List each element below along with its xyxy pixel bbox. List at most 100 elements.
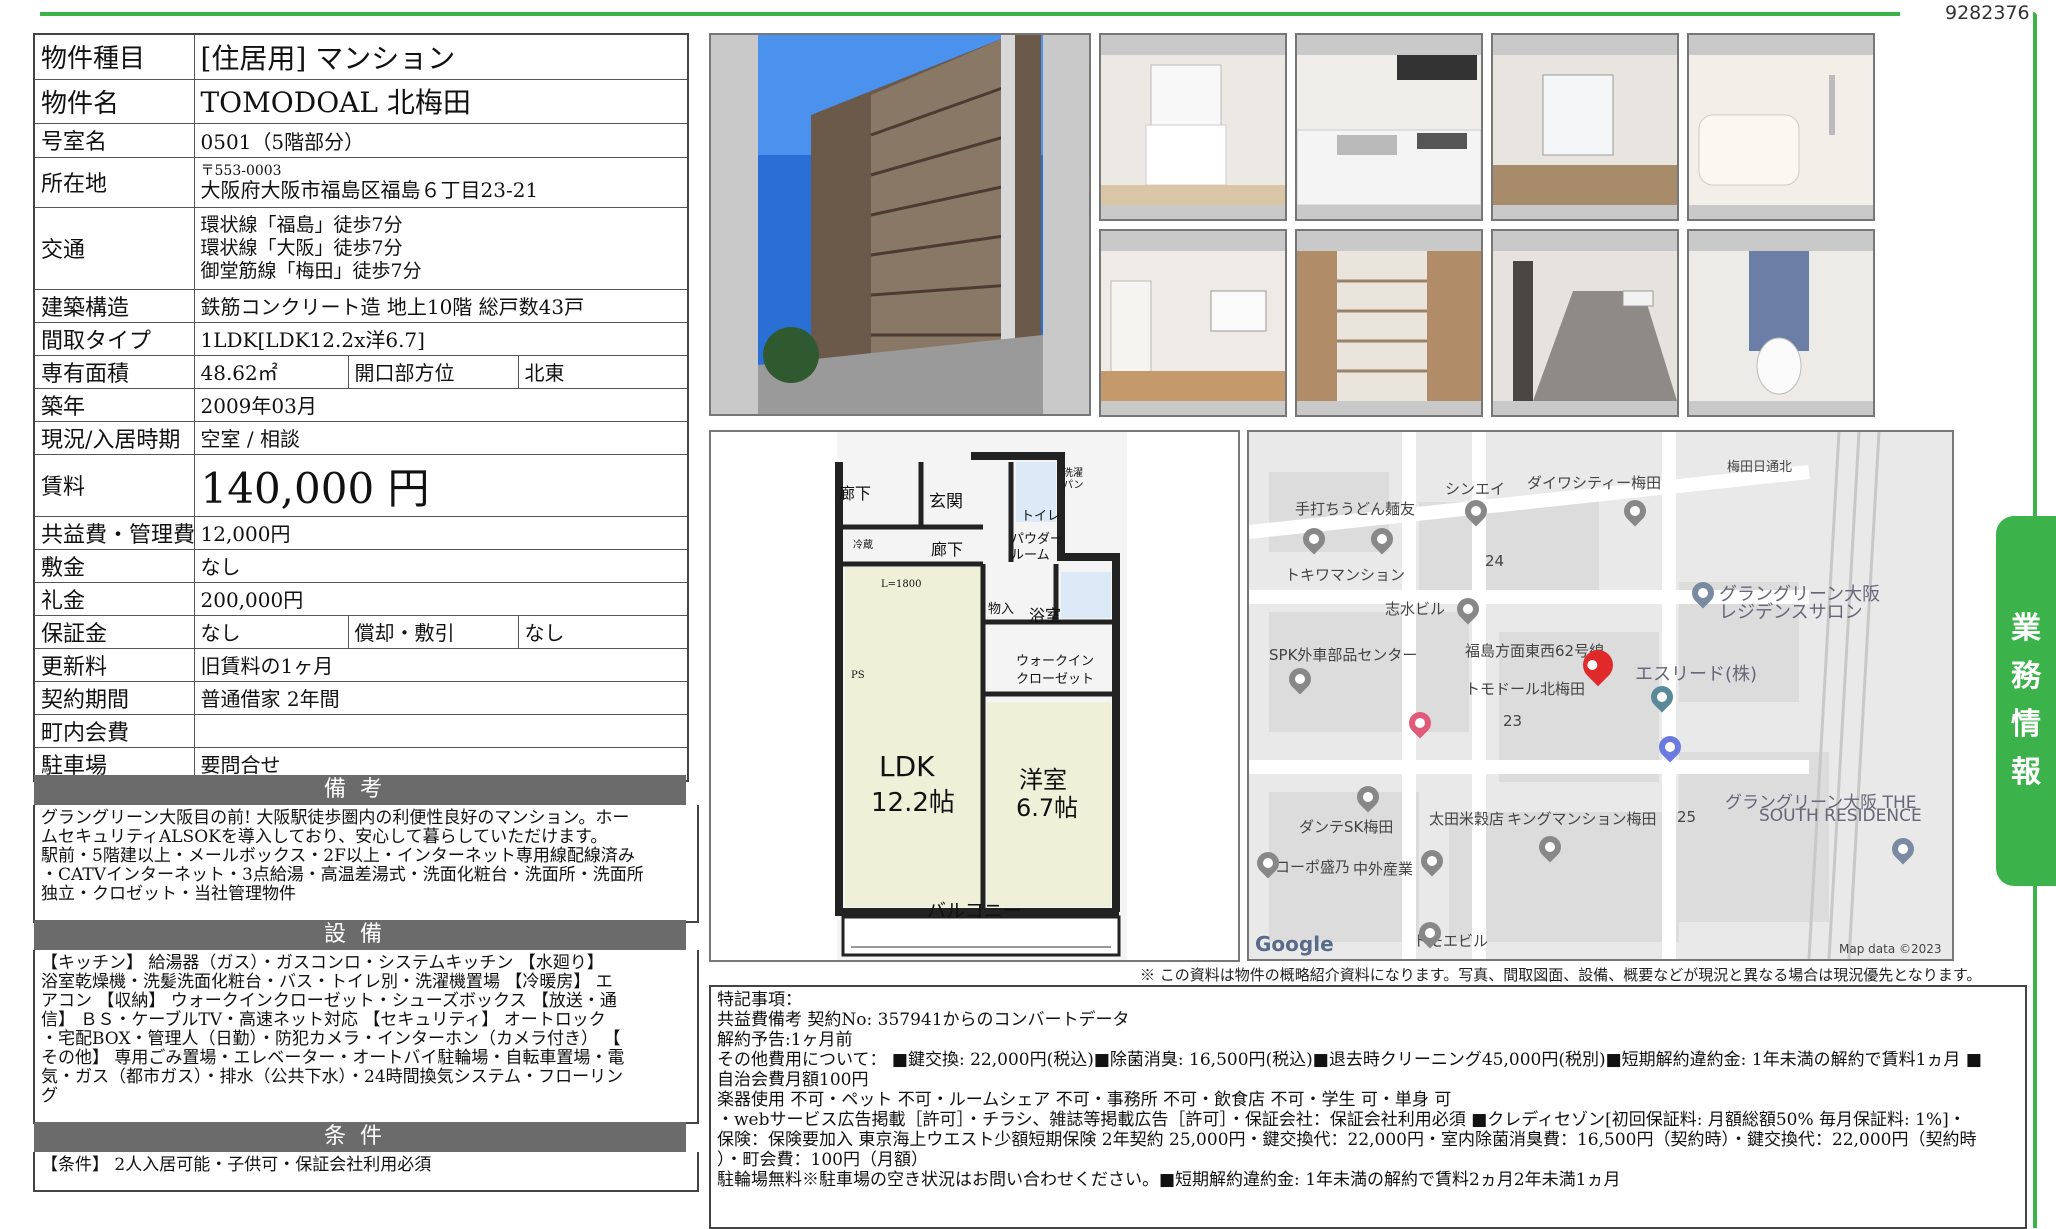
transport-line: 環状線「福島」徒歩7分 [200, 213, 403, 236]
postal-code: 〒553-0003 [200, 162, 282, 179]
side-tab-char: 業 [2011, 611, 2041, 646]
document-id: 9282376 [1945, 2, 2030, 24]
plan-label-western-size: 6.7帖 [1016, 794, 1079, 822]
disclaimer-text: ※ この資料は物件の概略紹介資料になります。写真、間取図面、設備、概要などが現況… [1140, 966, 1982, 984]
community-fee-label: 町内会費 [33, 713, 195, 748]
map-label: 24 [1485, 552, 1505, 570]
contract-label: 契約期間 [33, 680, 195, 715]
notes-line: 特記事項： [717, 990, 802, 1010]
direction-label: 開口部方位 [347, 354, 519, 389]
remarks-line: ・CATVインターネット・3点給湯・高温差湯式・洗面化粧台・洗面所・洗面所 [41, 865, 644, 885]
equipment-line: 気・ガス（都市ガス）・排水（公共下水）・24時間換気システム・フローリン [41, 1067, 624, 1087]
remarks-line: グラングリーン大阪目の前! 大阪駅徒歩圏内の利便性良好のマンション。ホー [41, 808, 630, 828]
name-label: 物件名 [33, 78, 195, 124]
notes-line: 共益費備考 契約No: 357941からのコンバートデータ [717, 1010, 1130, 1030]
deposit-label: 敷金 [33, 548, 195, 583]
address-cell: 〒553-0003 大阪府大阪市福島区福島６丁目23-21 [193, 156, 689, 208]
side-tab-char: 報 [2011, 755, 2041, 790]
address-value: 大阪府大阪市福島区福島６丁目23-21 [200, 177, 539, 202]
built-value: 2009年03月 [193, 387, 689, 422]
type-label: 物件種目 [33, 33, 195, 80]
remarks-line: ムセキュリティALSOKを導入しており、安心して暮らしていただけます。 [41, 827, 608, 847]
frame-line-right-lower [2033, 880, 2037, 1228]
photo-kitchen[interactable] [1295, 33, 1483, 221]
transport-cell: 環状線「福島」徒歩7分 環状線「大阪」徒歩7分 御堂筋線「梅田」徒歩7分 [193, 206, 689, 290]
room-value: 0501（5階部分） [193, 122, 689, 158]
photo-toilet[interactable] [1687, 229, 1875, 417]
layout-value: 1LDK[LDK12.2x洋6.7] [193, 321, 689, 356]
frame-line-right [2033, 12, 2037, 522]
room-door-image [1101, 231, 1285, 415]
direction-value: 北東 [517, 354, 689, 389]
deposit-value: なし [193, 548, 689, 583]
address-label: 所在地 [33, 156, 195, 208]
floor-plan-drawing [711, 432, 1238, 960]
plan-label-bath: 浴室 [1029, 606, 1062, 625]
equipment-line: グ [41, 1086, 58, 1106]
remarks-line: 独立・クロゼット・当社管理物件 [41, 884, 296, 904]
location-map[interactable]: 梅田日通北 シンエイ ダイワシティー梅田 手打ちうどん麺友 24 トキワマンショ… [1247, 430, 1954, 961]
plan-label-ldk-size: 12.2帖 [871, 788, 955, 818]
room-window-image [1493, 35, 1677, 219]
floor-plan[interactable]: 廊下 玄関 トイレ 洗濯パン 廊下 パウダールーム 物入 浴室 ウォークイン ク… [709, 430, 1240, 962]
map-label: SPK外車部品センター [1269, 646, 1418, 664]
plan-label-hall: 廊下 [839, 484, 872, 503]
map-label: トモドール北梅田 [1465, 680, 1586, 698]
google-logo: Google [1255, 932, 1334, 956]
photo-shoe-cabinet[interactable] [1295, 229, 1483, 417]
frame-line-top [40, 12, 1900, 16]
plan-label-powder-room: パウダールーム [1011, 532, 1064, 563]
community-fee-value [193, 713, 689, 748]
notes-line: 楽器使用 不可・ペット 不可・ルームシェア 不可・事務所 不可・飲食店 不可・学… [717, 1090, 1452, 1110]
equipment-line: アコン 【収納】 ウォークインクローゼット・シューズボックス 【放送・通 [41, 991, 617, 1011]
fee-label: 共益費・管理費 [33, 515, 195, 550]
photo-bathroom[interactable] [1687, 33, 1875, 221]
rent-value: 140,000 円 [193, 453, 689, 517]
notes-line: 保険：保険要加入 東京海上ウエスト少額短期保険 2年契約 25,000円・鍵交換… [717, 1130, 1977, 1150]
plan-label-ps: PS [851, 670, 865, 681]
plan-label-entrance: 玄関 [929, 492, 963, 512]
structure-value: 鉄筋コンクリート造 地上10階 総戸数43戸 [193, 288, 689, 323]
notes-line: 駐輪場無料※駐車場の空き状況はお問い合わせください。■短期解約違約金: 1年未満… [717, 1170, 1621, 1190]
equipment-box: 【キッチン】 給湯器（ガス）・ガスコンロ・システムキッチン 【水廻り】 浴室乾燥… [33, 950, 699, 1124]
washroom-image [1101, 35, 1285, 219]
equipment-line: その他】 専用ごみ置場・エレベーター・オートバイ駐輪場・自転車置場・電 [41, 1048, 625, 1068]
photo-room-door[interactable] [1099, 229, 1287, 417]
map-label: コーポ盛乃 [1275, 858, 1351, 876]
equipment-line: 【キッチン】 給湯器（ガス）・ガスコンロ・システムキッチン 【水廻り】 [41, 953, 604, 973]
transport-label: 交通 [33, 206, 195, 290]
side-tab-char: 情 [2011, 707, 2041, 742]
equipment-heading: 設備 [34, 920, 686, 950]
amort-label: 償却・敷引 [347, 614, 519, 649]
photo-room-window[interactable] [1491, 33, 1679, 221]
remarks-box: グラングリーン大阪目の前! 大阪駅徒歩圏内の利便性良好のマンション。ホー ムセキ… [33, 805, 699, 923]
exterior-photo[interactable] [709, 33, 1091, 416]
photo-hallway[interactable] [1491, 229, 1679, 417]
conditions-box: 【条件】 2人入居可能・子供可・保証会社利用必須 [33, 1152, 699, 1192]
bathroom-image [1689, 35, 1873, 219]
kitchen-image [1297, 35, 1481, 219]
map-label: レジデンスサロン [1719, 602, 1863, 623]
plan-label-kitchen-length: L=1800 [881, 579, 922, 590]
special-notes-box: 特記事項： 共益費備考 契約No: 357941からのコンバートデータ 解約予告… [709, 985, 2027, 1229]
plan-label-storage: 物入 [988, 602, 1015, 617]
renewal-label: 更新料 [33, 647, 195, 682]
building-exterior-image [758, 35, 1043, 414]
toilet-image [1689, 231, 1873, 415]
notes-line: 解約予告:1ヶ月前 [717, 1030, 853, 1050]
guarantee-label: 保証金 [33, 614, 195, 649]
map-label: ダンテSK梅田 [1299, 818, 1394, 836]
property-table: 物件種目 [住居用] マンション 物件名 TOMODOAL 北梅田 号室名 05… [33, 33, 690, 782]
area-label: 専有面積 [33, 354, 195, 389]
name-value: TOMODOAL 北梅田 [193, 78, 689, 124]
map-label: SOUTH RESIDENCE [1759, 806, 1922, 826]
business-info-tab[interactable]: 業 務 情 報 [1996, 516, 2056, 886]
amort-value: なし [517, 614, 689, 649]
equipment-line: 信】 ＢＳ・ケーブルTV・高速ネット対応 【セキュリティ】 オートロック [41, 1010, 606, 1030]
transport-line: 御堂筋線「梅田」徒歩7分 [200, 259, 422, 282]
map-label: キングマンション梅田 [1507, 810, 1657, 828]
map-label: 中外産業 [1353, 860, 1414, 878]
key-money-label: 礼金 [33, 581, 195, 616]
photo-washroom[interactable] [1099, 33, 1287, 221]
hallway-image [1493, 231, 1677, 415]
